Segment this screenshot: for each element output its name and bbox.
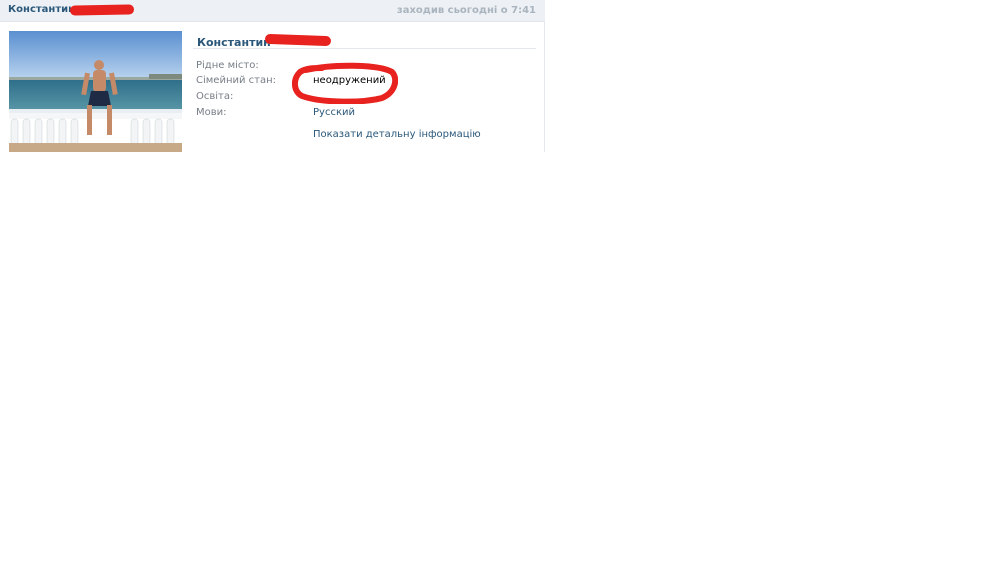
languages-value[interactable]: Русский bbox=[313, 107, 355, 118]
name-divider bbox=[193, 48, 536, 49]
show-details-link[interactable]: Показати детальну інформацію bbox=[313, 129, 481, 140]
education-label: Освіта: bbox=[196, 91, 234, 102]
languages-label: Мови: bbox=[196, 107, 227, 118]
profile-photo[interactable] bbox=[9, 31, 182, 152]
panel-right-border bbox=[544, 22, 545, 152]
marital-status-value: неодружений bbox=[313, 75, 386, 86]
header-name-redaction bbox=[69, 4, 135, 16]
profile-name-redaction bbox=[264, 33, 332, 47]
last-seen-status: заходив сьогодні о 7:41 bbox=[396, 5, 536, 16]
profile-photo-image bbox=[9, 31, 182, 152]
profile-page: Константин заходив сьогодні о 7:41 Конст… bbox=[0, 0, 1000, 562]
profile-header-bar: Константин заходив сьогодні о 7:41 bbox=[0, 0, 545, 22]
marital-status-label: Сімейний стан: bbox=[196, 75, 277, 86]
header-user-name[interactable]: Константин bbox=[8, 4, 75, 15]
hometown-label: Рідне місто: bbox=[196, 60, 259, 71]
